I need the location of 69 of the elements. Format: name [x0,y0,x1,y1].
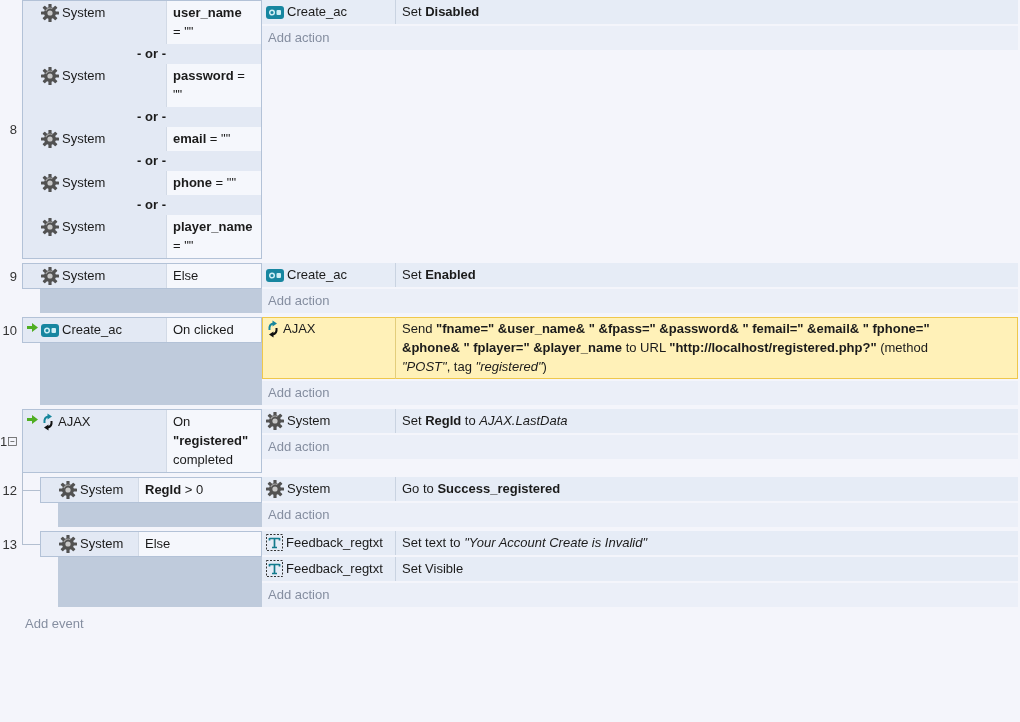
object-name: System [62,67,106,85]
event-number: 13 [2,535,17,554]
object-name: Feedback_regtxt [286,560,383,578]
object-name: Create_ac [62,321,122,339]
button-icon [41,324,59,337]
object-name: System [62,174,106,192]
condition-text: RegId > 0 [138,478,261,502]
action-row[interactable]: AJAX Send "fname=" &user_name& " &fpass=" &password& " femail=" &email& " fphone=" &phone& " fplayer=" &player_name to URL "http://localhost/registered.php?" (method "POST", tag "registered") [262,317,1018,379]
text-frame-icon [266,560,283,577]
event-number: 10 [2,321,17,340]
object-name: System [287,480,331,498]
button-icon [266,6,284,19]
action-text: Set Disabled [395,0,1018,24]
action-row[interactable]: System Go to Success_registered [262,477,1018,501]
condition-text: Else [138,532,261,556]
action-row[interactable]: Feedback_regtxt Set text to "Your Account Create is Invalid" [262,531,1018,555]
object-name: Create_ac [287,3,347,21]
object-name: System [62,130,106,148]
condition-text: On "registered" completed [166,410,261,472]
condition-text: phone = "" [166,171,261,195]
object-name: System [80,535,124,553]
action-row[interactable]: Create_ac Set Disabled [262,0,1018,24]
or-separator: - or - [137,46,166,61]
collapse-icon[interactable] [8,435,17,447]
object-name: System [62,218,106,236]
gear-icon [41,218,59,236]
object-name: Feedback_regtxt [286,534,383,552]
object-name: AJAX [58,413,91,431]
circular-arrows-icon [266,320,280,338]
object-name: Create_ac [287,266,347,284]
object-name: System [62,4,106,22]
condition-text: player_name = "" [166,215,261,258]
action-text: Set RegId to AJAX.LastData [395,409,1018,433]
gear-icon [41,4,59,22]
or-separator: - or - [137,109,166,124]
gear-icon [59,481,77,499]
action-text: Set Visible [395,557,1018,581]
gear-icon [266,480,284,498]
event-number: 8 [9,121,17,139]
gear-icon [59,535,77,553]
condition-text: email = "" [166,127,261,151]
action-text: Go to Success_registered [395,477,1018,501]
condition-text: On clicked [166,318,261,342]
object-name: System [62,267,106,285]
event-number: 1 [0,432,8,451]
condition-text: Else [166,264,261,288]
gear-icon [41,67,59,85]
object-name: System [80,481,124,499]
object-name: AJAX [283,320,316,338]
event-number: 12 [2,481,17,500]
circular-arrows-icon [41,413,55,431]
action-row[interactable]: Create_ac Set Enabled [262,263,1018,287]
action-text: Set Enabled [395,263,1018,287]
button-icon [266,269,284,282]
condition-text: user_name = "" [166,1,261,44]
gear-icon [41,267,59,285]
action-text: Send "fname=" &user_name& " &fpass=" &password& " femail=" &email& " fphone=" &phone& " fplayer=" &player_name to URL "http://localhost/registered.php?" (method "POST", tag "registered") [395,317,1018,379]
object-name: System [287,412,331,430]
action-row[interactable]: Feedback_regtxt Set Visible [262,557,1018,581]
gear-icon [266,412,284,430]
or-separator: - or - [137,197,166,212]
condition-text: password = "" [166,64,261,107]
gear-icon [41,130,59,148]
event-number: 9 [9,267,17,286]
gear-icon [41,174,59,192]
action-row[interactable]: System Set RegId to AJAX.LastData [262,409,1018,433]
text-frame-icon [266,534,283,551]
or-separator: - or - [137,153,166,168]
action-text: Set text to "Your Account Create is Invalid" [395,531,1018,555]
